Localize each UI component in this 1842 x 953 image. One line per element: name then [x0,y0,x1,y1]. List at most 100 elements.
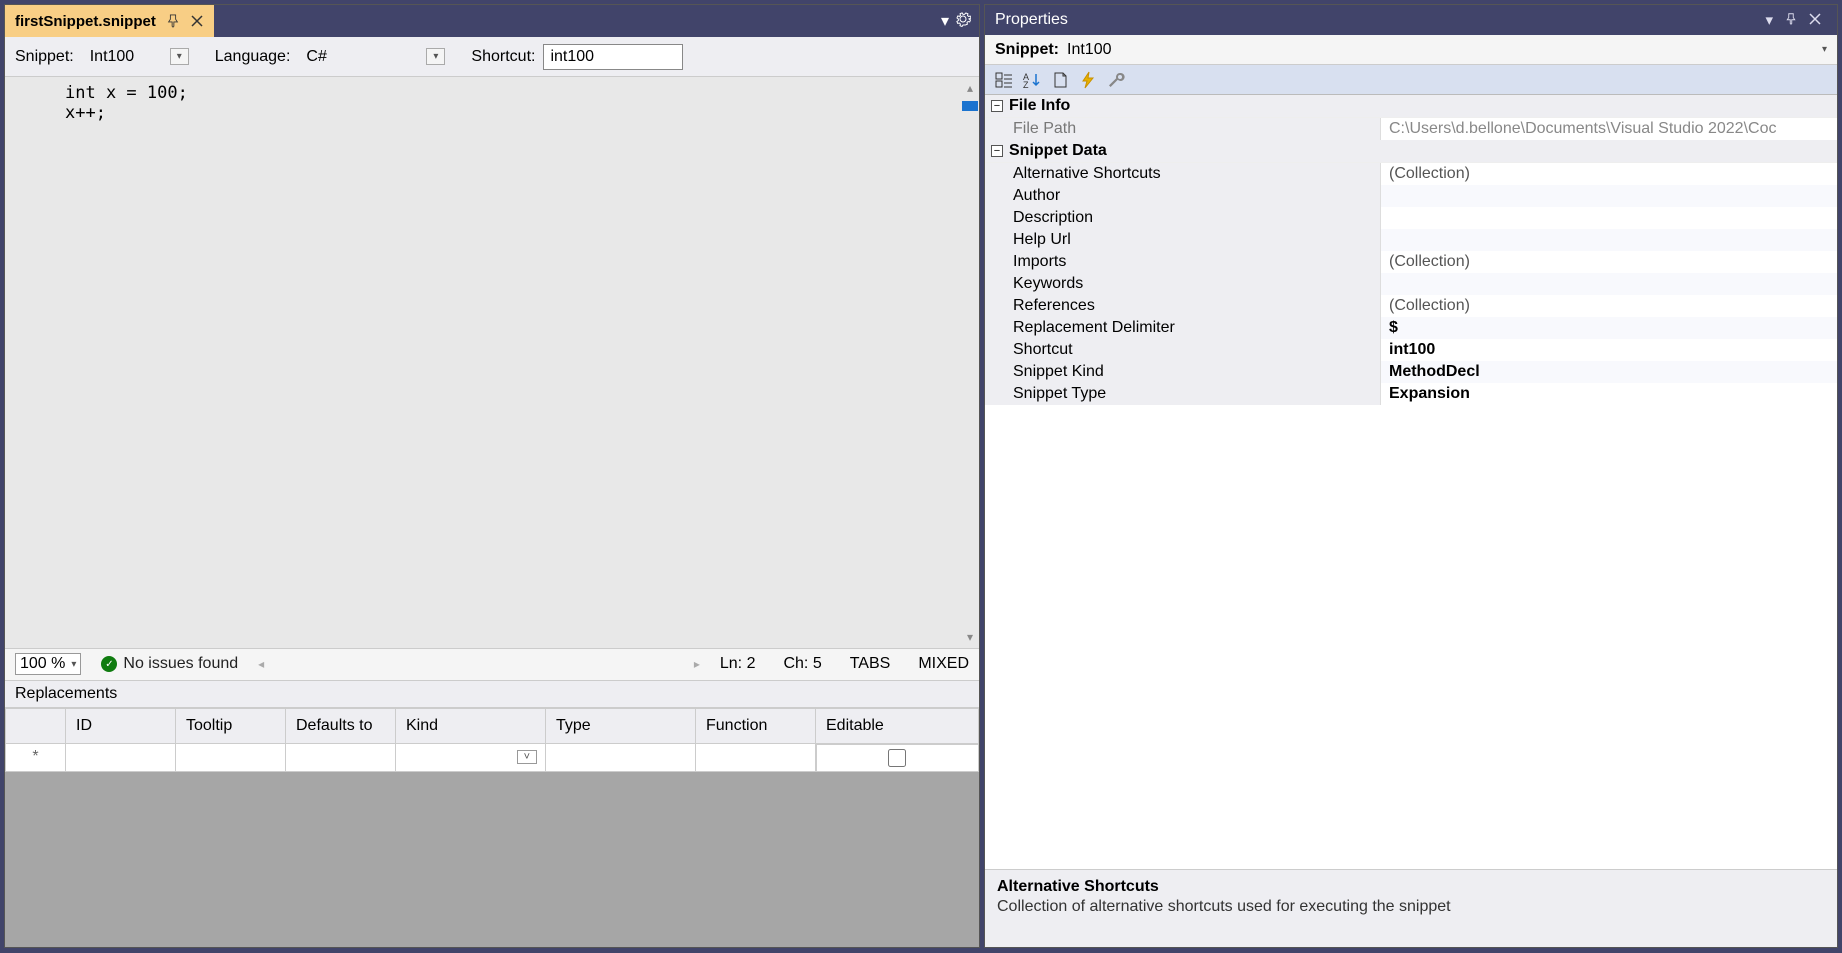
wrench-icon[interactable] [1107,71,1125,89]
cell-defaults[interactable] [286,743,396,772]
prop-key: Imports [985,251,1380,273]
prop-val[interactable]: Expansion [1380,383,1837,405]
col-id[interactable]: ID [66,708,176,743]
category-name: Snippet Data [1009,142,1107,160]
prop-val[interactable]: $ [1380,317,1837,339]
category-snippet-data[interactable]: − Snippet Data [985,140,1837,163]
desc-title: Alternative Shortcuts [997,878,1825,896]
chevron-down-icon[interactable]: ▾ [71,659,76,670]
prop-row-author[interactable]: Author [985,185,1837,207]
check-icon: ✓ [101,656,117,672]
prop-row-delimiter[interactable]: Replacement Delimiter $ [985,317,1837,339]
issues-status[interactable]: ✓ No issues found [101,655,238,673]
properties-pane: Properties ▾ Snippet: Int100 ▾ AZ [984,4,1838,948]
chevron-down-icon[interactable]: ▾ [1759,11,1779,29]
language-dropdown[interactable]: ▾ [426,48,445,65]
prop-row-keywords[interactable]: Keywords [985,273,1837,295]
categorize-icon[interactable] [995,71,1013,89]
pin-icon[interactable] [1779,12,1803,29]
status-mixed[interactable]: MIXED [918,655,969,673]
prop-val[interactable] [1380,273,1837,295]
prop-key: References [985,295,1380,317]
prop-val[interactable]: int100 [1380,339,1837,361]
snippet-header: Snippet: Int100 ▾ Language: C# ▾ Shortcu… [5,37,979,77]
prop-key: Author [985,185,1380,207]
prop-val[interactable]: (Collection) [1380,163,1837,185]
snippet-dropdown[interactable]: ▾ [170,48,189,65]
status-ln[interactable]: Ln: 2 [720,655,756,673]
nav-prev-icon[interactable]: ◂ [258,657,264,671]
chevron-down-icon[interactable]: ▾ [1822,44,1827,55]
status-tabs[interactable]: TABS [850,655,891,673]
prop-row-references[interactable]: References (Collection) [985,295,1837,317]
prop-val[interactable]: (Collection) [1380,251,1837,273]
col-tooltip[interactable]: Tooltip [176,708,286,743]
shortcut-input[interactable]: int100 [543,44,683,70]
prop-val[interactable] [1380,207,1837,229]
prop-val[interactable] [1380,185,1837,207]
col-function[interactable]: Function [696,708,816,743]
status-bar: 100 % ▾ ✓ No issues found ◂ ▸ Ln: 2 Ch: … [5,648,979,680]
prop-val[interactable] [1380,229,1837,251]
editable-checkbox[interactable] [888,749,906,767]
status-ch[interactable]: Ch: 5 [783,655,821,673]
col-defaults[interactable]: Defaults to [286,708,396,743]
scroll-up-icon[interactable]: ▴ [967,77,973,99]
prop-row-shortcut[interactable]: Shortcut int100 [985,339,1837,361]
code-editor[interactable]: int x = 100; x++; ▴ ▾ [5,77,979,648]
prop-row-alt-shortcuts[interactable]: Alternative Shortcuts (Collection) [985,163,1837,185]
chevron-down-icon[interactable]: ▾ [941,11,949,31]
collapse-icon[interactable]: − [991,100,1003,112]
lightning-icon[interactable] [1079,71,1097,89]
gear-icon[interactable] [955,11,971,32]
selector-label: Snippet: [995,41,1059,59]
cell-tooltip[interactable] [176,743,286,772]
cell-kind[interactable]: ˅ [396,743,546,772]
scrollbar-vertical[interactable]: ▴ ▾ [961,77,979,648]
zoom-selector[interactable]: 100 % ▾ [15,653,81,675]
cell-editable[interactable] [816,744,979,772]
property-pages-icon[interactable] [1051,71,1069,89]
tab-bar: firstSnippet.snippet ▾ [5,5,979,37]
prop-row-imports[interactable]: Imports (Collection) [985,251,1837,273]
code-text[interactable]: int x = 100; x++; [55,77,961,648]
collapse-icon[interactable]: − [991,145,1003,157]
pin-icon[interactable] [166,14,180,28]
category-file-info[interactable]: − File Info [985,95,1837,118]
row-marker: * [6,743,66,772]
cell-function[interactable] [696,743,816,772]
prop-val: C:\Users\d.bellone\Documents\Visual Stud… [1380,118,1837,140]
col-type[interactable]: Type [546,708,696,743]
table-row[interactable]: * ˅ [6,743,979,772]
sort-alpha-icon[interactable]: AZ [1023,71,1041,89]
language-value: C# [298,48,418,66]
prop-row-type[interactable]: Snippet Type Expansion [985,383,1837,405]
chevron-down-icon[interactable]: ˅ [517,750,537,764]
prop-row-helpurl[interactable]: Help Url [985,229,1837,251]
snippet-value: Int100 [82,48,162,66]
tab-active[interactable]: firstSnippet.snippet [5,5,214,37]
prop-val[interactable]: MethodDecl [1380,361,1837,383]
properties-selector[interactable]: Snippet: Int100 ▾ [985,35,1837,65]
col-editable[interactable]: Editable [816,708,979,743]
close-icon[interactable] [1803,12,1827,29]
table-header-row: ID Tooltip Defaults to Kind Type Functio… [6,708,979,743]
col-marker[interactable] [6,708,66,743]
scroll-down-icon[interactable]: ▾ [967,626,973,648]
close-icon[interactable] [190,14,204,28]
prop-key: Shortcut [985,339,1380,361]
cell-type[interactable] [546,743,696,772]
prop-key: Snippet Kind [985,361,1380,383]
cell-id[interactable] [66,743,176,772]
property-grid: − File Info File Path C:\Users\d.bellone… [985,95,1837,869]
prop-key: Snippet Type [985,383,1380,405]
prop-row-filepath[interactable]: File Path C:\Users\d.bellone\Documents\V… [985,118,1837,140]
table-empty-area [5,772,979,947]
tab-right-controls: ▾ [933,11,979,32]
prop-val[interactable]: (Collection) [1380,295,1837,317]
prop-row-kind[interactable]: Snippet Kind MethodDecl [985,361,1837,383]
prop-key: Replacement Delimiter [985,317,1380,339]
nav-next-icon[interactable]: ▸ [694,657,700,671]
col-kind[interactable]: Kind [396,708,546,743]
prop-row-description[interactable]: Description [985,207,1837,229]
